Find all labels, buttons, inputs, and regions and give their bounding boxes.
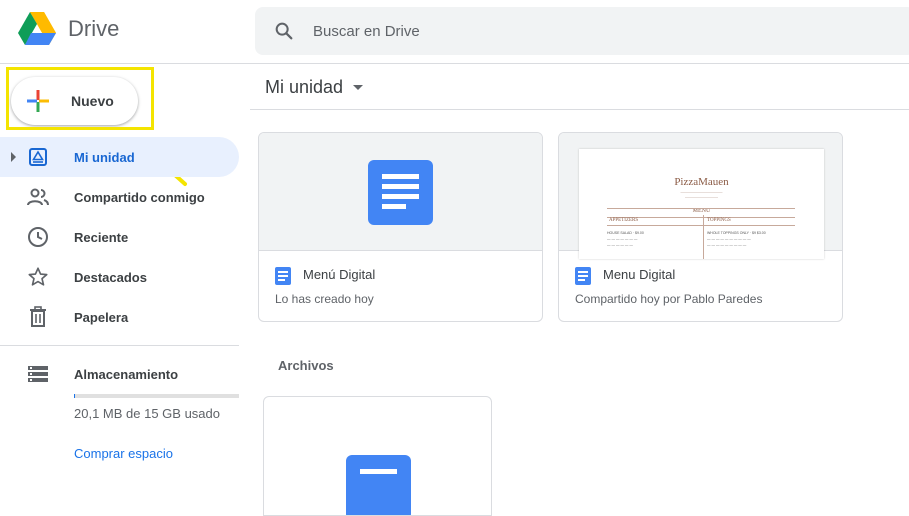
preview-right-heading: TOPPINGS xyxy=(707,218,731,223)
drive-triangle-icon xyxy=(18,12,56,46)
sidebar-item-shared[interactable]: Compartido conmigo xyxy=(0,177,239,217)
sidebar-item-trash[interactable]: Papelera xyxy=(0,297,239,337)
storage-usage-text: 20,1 MB de 15 GB usado xyxy=(74,406,220,421)
card-subtitle: Lo has creado hoy xyxy=(275,292,374,306)
sidebar-item-label: Compartido conmigo xyxy=(74,190,205,205)
trash-icon xyxy=(26,305,50,329)
preview-left-heading: APPETIZERS xyxy=(609,218,638,223)
card-file-name: Menú Digital xyxy=(303,267,375,282)
sidebar-item-storage[interactable]: Almacenamiento xyxy=(0,354,239,394)
doc-icon xyxy=(368,160,433,225)
quick-access-card[interactable]: PizzaMauen —————————————— ——————————— ME… xyxy=(558,132,843,322)
storage-progress-bar xyxy=(74,394,239,398)
page-title: Mi unidad xyxy=(265,77,343,98)
quick-access-card[interactable]: Menú Digital Lo has creado hoy xyxy=(258,132,543,322)
card-subtitle: Compartido hoy por Pablo Paredes xyxy=(575,292,762,306)
sidebar-item-recent[interactable]: Reciente xyxy=(0,217,239,257)
sidebar-item-label: Destacados xyxy=(74,270,147,285)
doc-icon xyxy=(346,455,411,516)
expand-caret-icon[interactable] xyxy=(11,152,16,162)
search-bar[interactable] xyxy=(255,7,909,55)
page-title-dropdown[interactable]: Mi unidad xyxy=(265,77,363,98)
app-name: Drive xyxy=(68,16,119,42)
file-card[interactable] xyxy=(263,396,492,516)
preview-title: PizzaMauen xyxy=(579,176,824,188)
preview-item: HOUSE SALAD · $9.00 xyxy=(607,231,644,235)
card-file-name: Menu Digital xyxy=(603,267,675,282)
star-icon xyxy=(26,265,50,289)
doc-type-icon xyxy=(275,267,291,285)
doc-type-icon xyxy=(575,267,591,285)
people-icon xyxy=(26,185,50,209)
title-divider xyxy=(250,109,909,110)
my-drive-icon xyxy=(26,145,50,169)
sidebar-item-label: Mi unidad xyxy=(74,150,135,165)
sidebar-divider xyxy=(0,345,239,346)
sidebar-item-label: Papelera xyxy=(74,310,128,325)
document-preview: PizzaMauen —————————————— ——————————— ME… xyxy=(579,149,824,259)
buy-storage-link[interactable]: Comprar espacio xyxy=(74,446,173,461)
sidebar-item-my-drive[interactable]: Mi unidad xyxy=(0,137,239,177)
search-icon[interactable] xyxy=(273,20,295,42)
files-section-heading: Archivos xyxy=(278,358,334,373)
sidebar-item-starred[interactable]: Destacados xyxy=(0,257,239,297)
drive-logo[interactable]: Drive xyxy=(18,12,119,46)
header-divider xyxy=(0,63,909,64)
storage-icon xyxy=(26,362,50,386)
card-thumbnail: PizzaMauen —————————————— ——————————— ME… xyxy=(559,133,842,251)
highlight-box xyxy=(6,67,154,130)
card-thumbnail xyxy=(259,133,542,251)
preview-item: WHOLE TOPPINGS ONLY · $9 $3.00 xyxy=(707,231,766,235)
storage-label: Almacenamiento xyxy=(74,367,178,382)
chevron-down-icon xyxy=(353,85,363,90)
search-input[interactable] xyxy=(311,22,811,41)
sidebar-item-label: Reciente xyxy=(74,230,128,245)
clock-icon xyxy=(26,225,50,249)
